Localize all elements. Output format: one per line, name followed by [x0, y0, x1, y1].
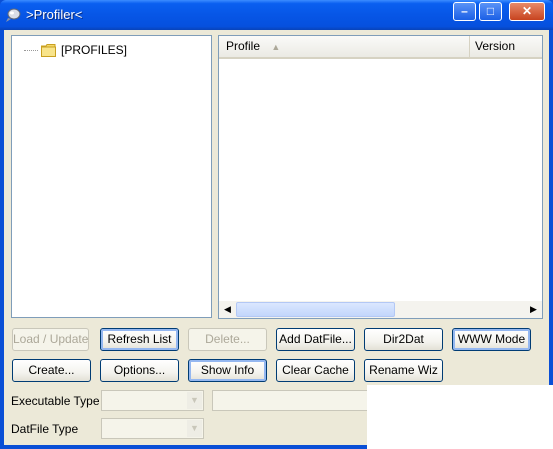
add-datfile-button[interactable]: Add DatFile...: [276, 328, 355, 351]
window-title: >Profiler<: [26, 7, 83, 22]
scroll-right-icon[interactable]: ▶: [525, 301, 542, 318]
delete-button[interactable]: Delete...: [188, 328, 267, 351]
chevron-down-icon[interactable]: ▼: [187, 392, 202, 409]
rename-wiz-button[interactable]: Rename Wiz: [364, 359, 443, 382]
executable-type-label: Executable Type: [11, 394, 100, 408]
title-bar[interactable]: >Profiler< – □ ✕: [0, 0, 553, 30]
column-header-profile-label: Profile: [226, 39, 261, 53]
tree-node-profiles[interactable]: [PROFILES]: [24, 41, 127, 59]
list-header: Profile ▲ Version: [219, 36, 542, 59]
dir2dat-button[interactable]: Dir2Dat: [364, 328, 443, 351]
minimize-button[interactable]: –: [453, 2, 476, 21]
dialog-body: [PROFILES] Profile ▲ Version ◀ ▶ Load / …: [4, 30, 549, 445]
tree-connector: [24, 49, 38, 51]
horizontal-scrollbar[interactable]: ◀ ▶: [219, 301, 542, 318]
scrollbar-thumb[interactable]: [236, 302, 395, 317]
path-field[interactable]: [212, 390, 372, 411]
column-header-profile[interactable]: Profile ▲: [219, 36, 470, 57]
folder-icon: [41, 43, 56, 57]
profiles-list[interactable]: Profile ▲ Version ◀ ▶: [218, 35, 543, 319]
close-button[interactable]: ✕: [509, 2, 545, 21]
column-header-version[interactable]: Version: [471, 36, 546, 57]
datfile-type-label: DatFile Type: [11, 422, 79, 436]
blank-area: [367, 385, 553, 449]
profiler-window: >Profiler< – □ ✕ [PROFILES] Profile ▲ Ve…: [0, 0, 553, 449]
show-info-button[interactable]: Show Info: [188, 359, 267, 382]
datfile-type-dropdown[interactable]: ▼: [101, 418, 204, 439]
options-button[interactable]: Options...: [100, 359, 179, 382]
clear-cache-button[interactable]: Clear Cache: [276, 359, 355, 382]
create-button[interactable]: Create...: [12, 359, 91, 382]
www-mode-button[interactable]: WWW Mode: [452, 328, 531, 351]
tree-node-label: [PROFILES]: [61, 43, 128, 57]
refresh-list-button[interactable]: Refresh List: [100, 328, 179, 351]
profiles-tree[interactable]: [PROFILES]: [11, 35, 212, 318]
sort-ascending-icon: ▲: [271, 42, 281, 52]
chevron-down-icon[interactable]: ▼: [187, 420, 202, 437]
maximize-button[interactable]: □: [479, 2, 502, 21]
executable-type-dropdown[interactable]: ▼: [101, 390, 204, 411]
load-update-button[interactable]: Load / Update: [12, 328, 89, 351]
scroll-left-icon[interactable]: ◀: [219, 301, 236, 318]
app-icon: [6, 8, 21, 22]
